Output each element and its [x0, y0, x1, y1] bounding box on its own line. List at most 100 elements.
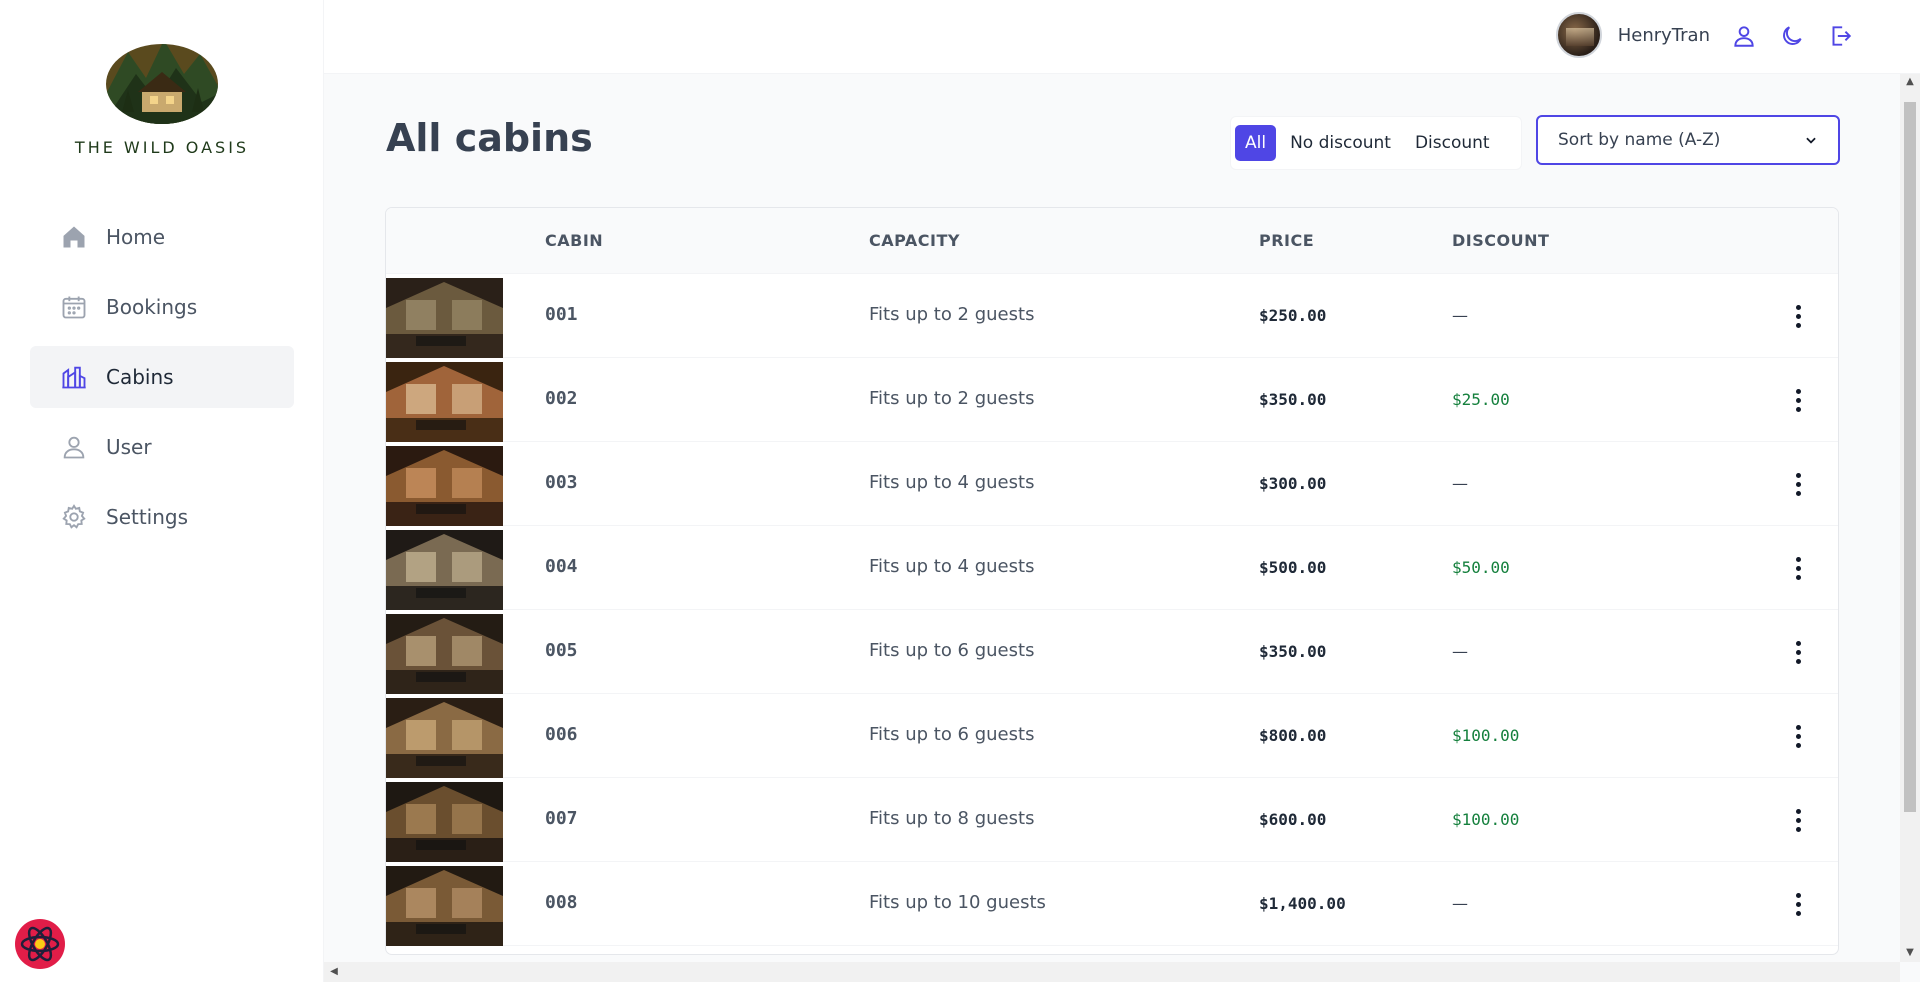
cabin-discount: — [1452, 306, 1468, 325]
nav-item-bookings[interactable]: Bookings [30, 276, 294, 338]
nav-label-user: User [106, 435, 152, 459]
main-nav: Home Bookings Cabins User Settings [30, 206, 294, 556]
logout-button[interactable] [1826, 20, 1854, 52]
user-profile[interactable]: HenryTran [1555, 12, 1710, 58]
row-menu-button[interactable] [1786, 468, 1810, 500]
cabin-price: $500.00 [1259, 558, 1327, 577]
cabin-discount: — [1452, 474, 1468, 493]
cabin-image [386, 278, 503, 358]
cabin-capacity: Fits up to 10 guests [869, 892, 1046, 913]
cabin-capacity: Fits up to 6 guests [869, 640, 1035, 661]
home-icon [60, 223, 88, 251]
cabin-price: $350.00 [1259, 390, 1327, 409]
column-header-price: PRICE [1259, 231, 1315, 250]
column-header-cabin: CABIN [545, 231, 604, 250]
horizontal-scrollbar[interactable]: ◀ [324, 962, 1900, 982]
cabin-image [386, 866, 503, 946]
calendar-icon [60, 293, 88, 321]
column-header-capacity: CAPACITY [869, 231, 960, 250]
header-actions [1730, 20, 1854, 52]
scroll-up-arrow[interactable]: ▲ [1900, 76, 1920, 87]
brand-name: THE WILD OASIS [74, 138, 250, 157]
table-row: 005 Fits up to 6 guests $350.00 — [386, 610, 1838, 694]
nav-label-cabins: Cabins [106, 365, 174, 389]
main-content: All cabins All No discount Discount Sort… [324, 74, 1900, 962]
gear-icon [60, 503, 88, 531]
table-header: CABIN CAPACITY PRICE DISCOUNT [386, 208, 1838, 274]
username: HenryTran [1617, 24, 1710, 46]
table-row: 007 Fits up to 8 guests $600.00 $100.00 [386, 778, 1838, 862]
table-row: 003 Fits up to 4 guests $300.00 — [386, 442, 1838, 526]
scroll-down-arrow[interactable]: ▼ [1900, 947, 1920, 958]
nav-label-home: Home [106, 225, 166, 249]
cabin-name: 007 [545, 808, 578, 829]
table-row: 006 Fits up to 6 guests $800.00 $100.00 [386, 694, 1838, 778]
sidebar: THE WILD OASIS Home Bookings Cabins User [0, 0, 324, 982]
nav-item-user[interactable]: User [30, 416, 294, 478]
cabin-price: $250.00 [1259, 306, 1327, 325]
row-menu-button[interactable] [1786, 888, 1810, 920]
filter-all-button[interactable]: All [1235, 125, 1277, 161]
column-header-discount: DISCOUNT [1452, 231, 1550, 250]
cabin-name: 003 [545, 472, 578, 493]
row-menu-button[interactable] [1786, 720, 1810, 752]
cabin-discount: $100.00 [1452, 726, 1520, 745]
table-row: 008 Fits up to 10 guests $1,400.00 — [386, 862, 1838, 946]
avatar [1555, 12, 1602, 58]
table-row: 002 Fits up to 2 guests $350.00 $25.00 [386, 358, 1838, 442]
nav-label-bookings: Bookings [106, 295, 198, 319]
cabin-image [386, 614, 503, 694]
cabin-name: 006 [545, 724, 578, 745]
nav-item-settings[interactable]: Settings [30, 486, 294, 548]
cabin-capacity: Fits up to 4 guests [869, 556, 1035, 577]
row-menu-button[interactable] [1786, 384, 1810, 416]
cabin-discount: $100.00 [1452, 810, 1520, 829]
moon-icon [1783, 26, 1802, 45]
nav-item-home[interactable]: Home [30, 206, 294, 268]
sort-selected-value: Sort by name (A-Z) [1558, 130, 1721, 150]
sort-select[interactable]: Sort by name (A-Z) [1536, 115, 1840, 165]
logo[interactable]: THE WILD OASIS [0, 34, 324, 157]
cabin-name: 001 [545, 304, 578, 325]
scroll-left-arrow[interactable]: ◀ [324, 966, 344, 977]
top-header: HenryTran [324, 0, 1920, 74]
page-title: All cabins [386, 116, 593, 160]
cabin-price: $1,400.00 [1259, 894, 1346, 913]
cabin-name: 008 [545, 892, 578, 913]
vertical-scrollbar[interactable]: ▲ ▼ [1900, 74, 1920, 962]
filter-no-discount-button[interactable]: No discount [1280, 125, 1401, 161]
cabin-discount: $50.00 [1452, 558, 1510, 577]
chevron-down-icon [1806, 137, 1816, 144]
row-menu-button[interactable] [1786, 804, 1810, 836]
table-row: 001 Fits up to 2 guests $250.00 — [386, 274, 1838, 358]
table-body: 001 Fits up to 2 guests $250.00 — 002 Fi… [386, 274, 1838, 946]
cabin-image [386, 362, 503, 442]
row-menu-button[interactable] [1786, 636, 1810, 668]
scrollbar-thumb[interactable] [1904, 102, 1916, 812]
cabin-name: 005 [545, 640, 578, 661]
row-menu-button[interactable] [1786, 300, 1810, 332]
user-icon [1734, 26, 1754, 47]
logout-icon [1832, 26, 1852, 46]
cabin-discount: — [1452, 642, 1468, 661]
account-button[interactable] [1730, 20, 1758, 52]
logo-icon [106, 44, 218, 124]
filter-discount-button[interactable]: Discount [1405, 125, 1500, 161]
cabin-image [386, 698, 503, 778]
cabin-discount: $25.00 [1452, 390, 1510, 409]
cabin-name: 002 [545, 388, 578, 409]
discount-filter: All No discount Discount [1230, 116, 1522, 170]
cabin-discount: — [1452, 894, 1468, 913]
react-devtools-icon[interactable] [14, 918, 66, 970]
table-row: 004 Fits up to 4 guests $500.00 $50.00 [386, 526, 1838, 610]
cabin-capacity: Fits up to 6 guests [869, 724, 1035, 745]
cabin-price: $300.00 [1259, 474, 1327, 493]
cabin-image [386, 782, 503, 862]
cabin-image [386, 530, 503, 610]
cabin-image [386, 446, 503, 526]
nav-item-cabins[interactable]: Cabins [30, 346, 294, 408]
user-icon [60, 433, 88, 461]
dark-mode-toggle[interactable] [1778, 20, 1806, 52]
row-menu-button[interactable] [1786, 552, 1810, 584]
cabin-capacity: Fits up to 8 guests [869, 808, 1035, 829]
